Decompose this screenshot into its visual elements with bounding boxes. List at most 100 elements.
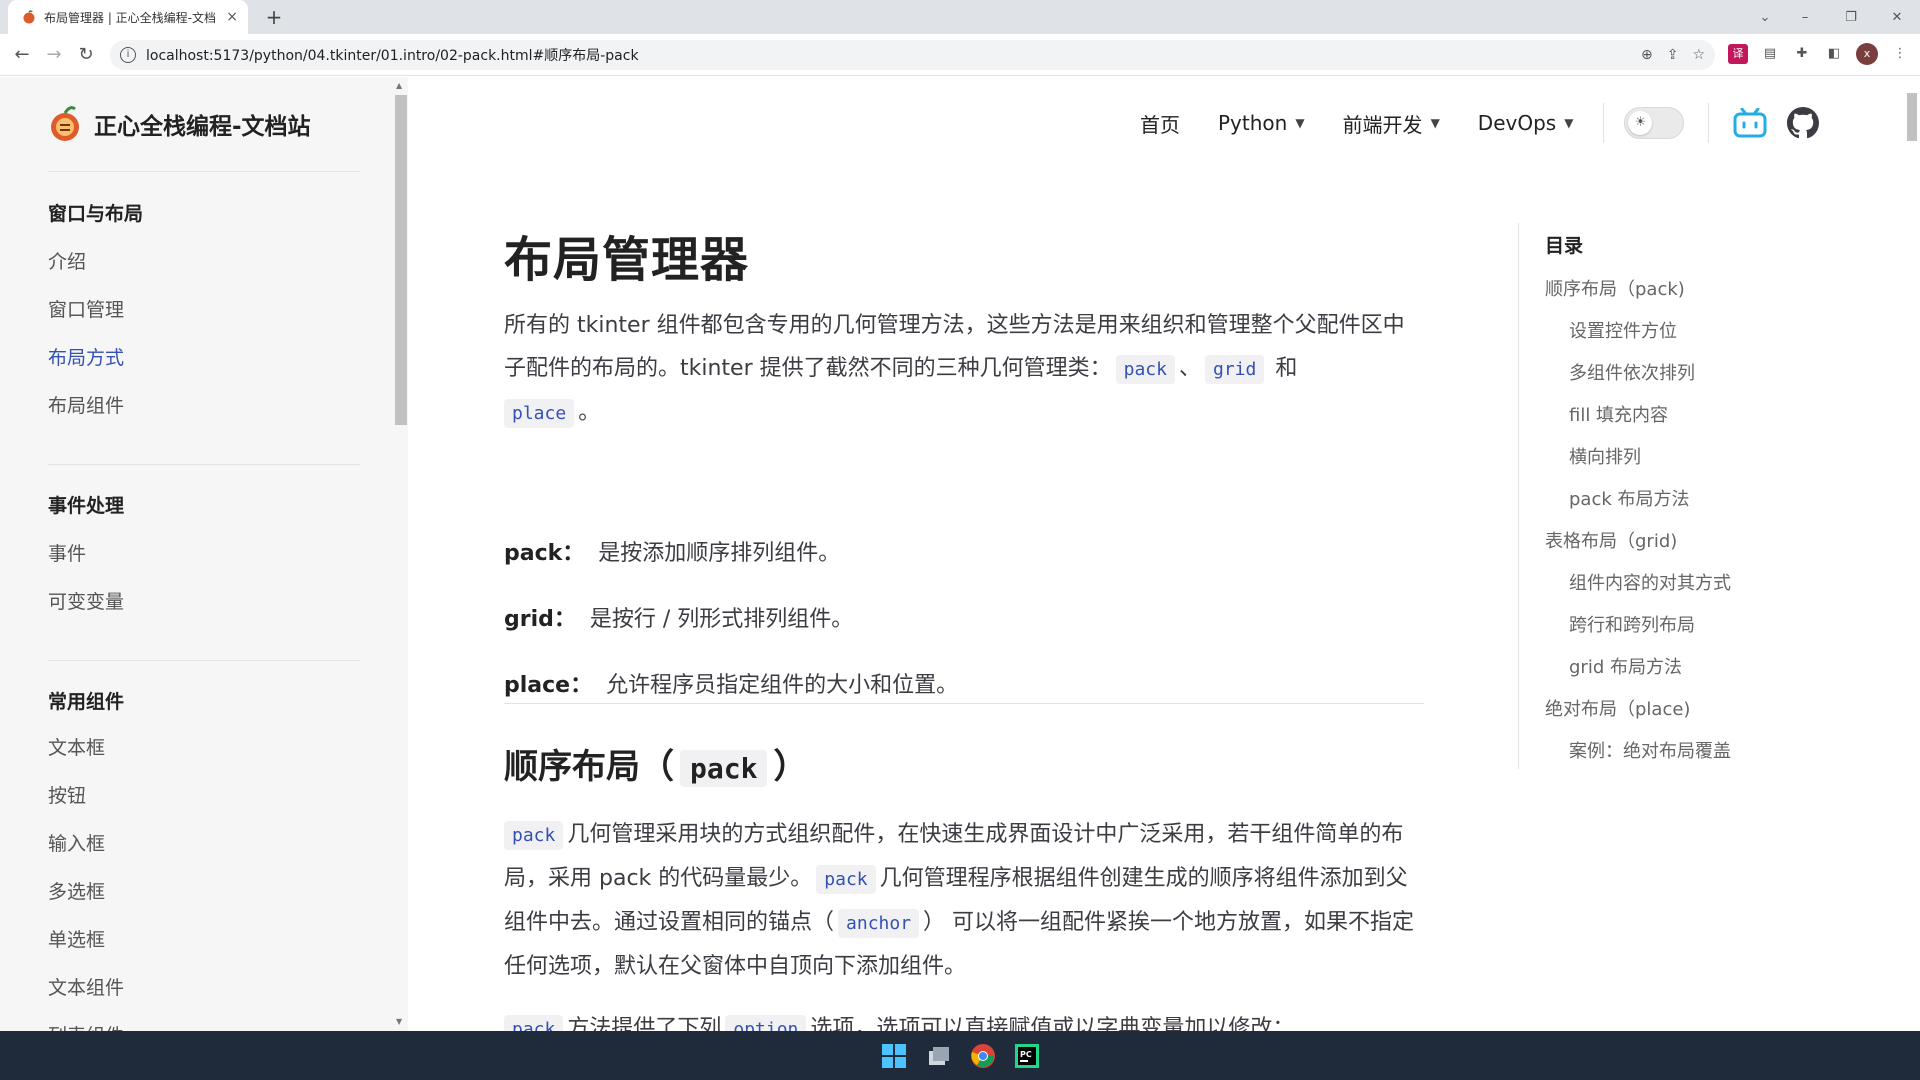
paragraph-text: 选项，选项可以直接赋值或以字典变量加以修改： <box>810 1016 1295 1031</box>
toc-item[interactable]: 多组件依次排列 <box>1569 359 1695 385</box>
nav-frontend-label: 前端开发 <box>1342 112 1423 137</box>
toc-title: 目录 <box>1545 235 1584 257</box>
extensions-area: 译 ▤ ✚ ◧ x ⋮ <box>1728 43 1910 65</box>
scroll-down-icon[interactable]: ▼ <box>396 1017 402 1026</box>
restore-icon[interactable]: ❐ <box>1828 0 1874 34</box>
sidebar-item-layout-methods[interactable]: 布局方式 <box>48 343 124 370</box>
share-icon[interactable]: ⇪ <box>1667 47 1679 63</box>
inline-code: place <box>504 399 575 428</box>
sun-icon: ☀ <box>1628 111 1653 135</box>
toc-item[interactable]: 绝对布局（place) <box>1545 695 1690 721</box>
site-logo-icon <box>51 106 79 141</box>
sidebar-item-label-widget[interactable]: 文本框 <box>48 733 105 760</box>
sidebar-group-title: 常用组件 <box>48 691 125 713</box>
toc-item[interactable]: 顺序布局（pack) <box>1545 275 1685 301</box>
toc-item[interactable]: 案例：绝对布局覆盖 <box>1569 737 1731 763</box>
toc-item[interactable]: 横向排列 <box>1569 443 1641 469</box>
minimize-icon[interactable]: – <box>1782 0 1828 34</box>
side-panel-icon[interactable]: ◧ <box>1824 44 1844 64</box>
site-brand[interactable]: 正心全栈编程-文档站 <box>48 105 311 143</box>
bilibili-icon[interactable] <box>1733 108 1767 138</box>
page-scroll-thumb[interactable] <box>1907 93 1917 141</box>
translate-extension-icon[interactable]: 译 <box>1728 44 1748 64</box>
profile-avatar[interactable]: x <box>1856 43 1878 65</box>
forward-icon[interactable]: → <box>42 43 66 67</box>
sidebar-item-checkbox[interactable]: 多选框 <box>48 877 105 904</box>
close-window-icon[interactable]: ✕ <box>1874 0 1920 34</box>
tab-close-icon[interactable]: × <box>226 9 238 25</box>
sidebar-item-variables[interactable]: 可变变量 <box>48 587 124 614</box>
toc-item[interactable]: pack 布局方法 <box>1569 485 1690 511</box>
site-info-icon[interactable]: i <box>120 47 136 63</box>
sidebar-item-radio[interactable]: 单选框 <box>48 925 105 952</box>
browser-window: 布局管理器 | 正心全栈编程-文档 × + ⌄ – ❐ ✕ ← → ↻ i lo… <box>0 0 1920 1080</box>
pack-paragraph: pack 几何管理采用块的方式组织配件，在快速生成界面设计中广泛采用，若干组件简单… <box>504 813 1424 988</box>
tab-strip: 布局管理器 | 正心全栈编程-文档 × + ⌄ – ❐ ✕ <box>0 0 1920 34</box>
os-taskbar: PC <box>0 1031 1920 1080</box>
omnibox-actions: ⊕ ⇪ ☆ <box>1641 40 1705 70</box>
intro-paragraph: 所有的 tkinter 组件都包含专用的几何管理方法，这些方法是用来组织和管理整… <box>504 304 1424 435</box>
sidebar-divider <box>48 171 360 172</box>
pycharm-icon[interactable]: PC <box>1014 1043 1040 1069</box>
inline-code: anchor <box>838 909 920 938</box>
theme-toggle[interactable]: ☀ <box>1624 107 1685 139</box>
nav-devops-label: DevOps <box>1477 111 1557 135</box>
scroll-up-icon[interactable]: ▲ <box>396 81 402 90</box>
sidebar-item-events[interactable]: 事件 <box>48 539 86 566</box>
toc-item[interactable]: 表格布局（grid) <box>1545 527 1677 553</box>
windows-start-icon[interactable] <box>881 1043 907 1069</box>
section-title-suffix: ） <box>773 747 808 787</box>
paragraph-text: 方法提供了下列 <box>567 1016 722 1031</box>
chrome-icon[interactable] <box>970 1043 996 1069</box>
page-scrollbar[interactable] <box>1904 77 1920 1031</box>
sidebar-item-text-widget[interactable]: 文本组件 <box>48 973 124 1000</box>
toc-item[interactable]: 组件内容的对其方式 <box>1569 569 1731 595</box>
sidebar-item-intro[interactable]: 介绍 <box>48 247 86 274</box>
inline-code: pack <box>816 865 876 894</box>
inline-code: pack <box>504 1015 564 1031</box>
inline-code: pack <box>504 821 564 850</box>
sidebar-item-button[interactable]: 按钮 <box>48 781 86 808</box>
menu-dots-icon[interactable]: ⋮ <box>1890 44 1910 64</box>
definition-desc: 是按行 / 列形式排列组件。 <box>589 607 854 632</box>
tab-search-icon[interactable]: ⌄ <box>1748 0 1782 34</box>
definition-desc: 是按添加顺序排列组件。 <box>598 541 841 566</box>
chevron-down-icon: ▼ <box>1564 116 1574 130</box>
definition-grid: grid： 是按行 / 列形式排列组件。 <box>504 598 1424 641</box>
nav-frontend[interactable]: 前端开发 ▼ <box>1343 109 1440 138</box>
address-bar[interactable]: i localhost:5173/python/04.tkinter/01.in… <box>110 40 1715 70</box>
window-controls: ⌄ – ❐ ✕ <box>1748 0 1920 34</box>
extension-icon[interactable]: ▤ <box>1760 44 1780 64</box>
sidebar-divider <box>48 660 360 661</box>
sidebar-item-listbox[interactable]: 列表组件 <box>48 1021 124 1031</box>
section-divider <box>504 703 1424 704</box>
new-tab-button[interactable]: + <box>262 5 286 29</box>
sidebar-item-window-management[interactable]: 窗口管理 <box>48 295 124 322</box>
back-icon[interactable]: ← <box>10 43 34 67</box>
browser-toolbar: ← → ↻ i localhost:5173/python/04.tkinter… <box>0 34 1920 76</box>
puzzle-icon[interactable]: ✚ <box>1792 44 1812 64</box>
inline-code: grid <box>1205 355 1265 384</box>
toc-item[interactable]: grid 布局方法 <box>1569 653 1682 679</box>
reload-icon[interactable]: ↻ <box>74 43 98 67</box>
task-view-icon[interactable] <box>926 1043 952 1069</box>
zoom-icon[interactable]: ⊕ <box>1641 47 1653 63</box>
nav-divider <box>1603 103 1605 143</box>
url-text[interactable]: localhost:5173/python/04.tkinter/01.intr… <box>146 45 639 65</box>
bookmark-star-icon[interactable]: ☆ <box>1692 47 1705 63</box>
github-icon[interactable] <box>1787 107 1820 139</box>
nav-python[interactable]: Python ▼ <box>1218 111 1305 135</box>
nav-home[interactable]: 首页 <box>1140 109 1180 138</box>
browser-tab[interactable]: 布局管理器 | 正心全栈编程-文档 × <box>8 0 248 34</box>
sidebar-scroll-thumb[interactable] <box>395 95 407 425</box>
toc-item[interactable]: 跨行和跨列布局 <box>1569 611 1695 637</box>
top-navigation: 首页 Python ▼ 前端开发 ▼ DevOps ▼ ☀ <box>1140 99 1820 147</box>
sidebar-item-entry[interactable]: 输入框 <box>48 829 105 856</box>
sidebar-item-layout-widgets[interactable]: 布局组件 <box>48 391 124 418</box>
site-favicon-icon <box>23 10 35 24</box>
nav-devops[interactable]: DevOps ▼ <box>1478 111 1574 135</box>
definition-pack: pack： 是按添加顺序排列组件。 <box>504 532 1424 575</box>
toc-item[interactable]: 设置控件方位 <box>1569 317 1677 343</box>
sidebar-group-title: 窗口与布局 <box>48 203 144 225</box>
toc-item[interactable]: fill 填充内容 <box>1569 401 1668 427</box>
